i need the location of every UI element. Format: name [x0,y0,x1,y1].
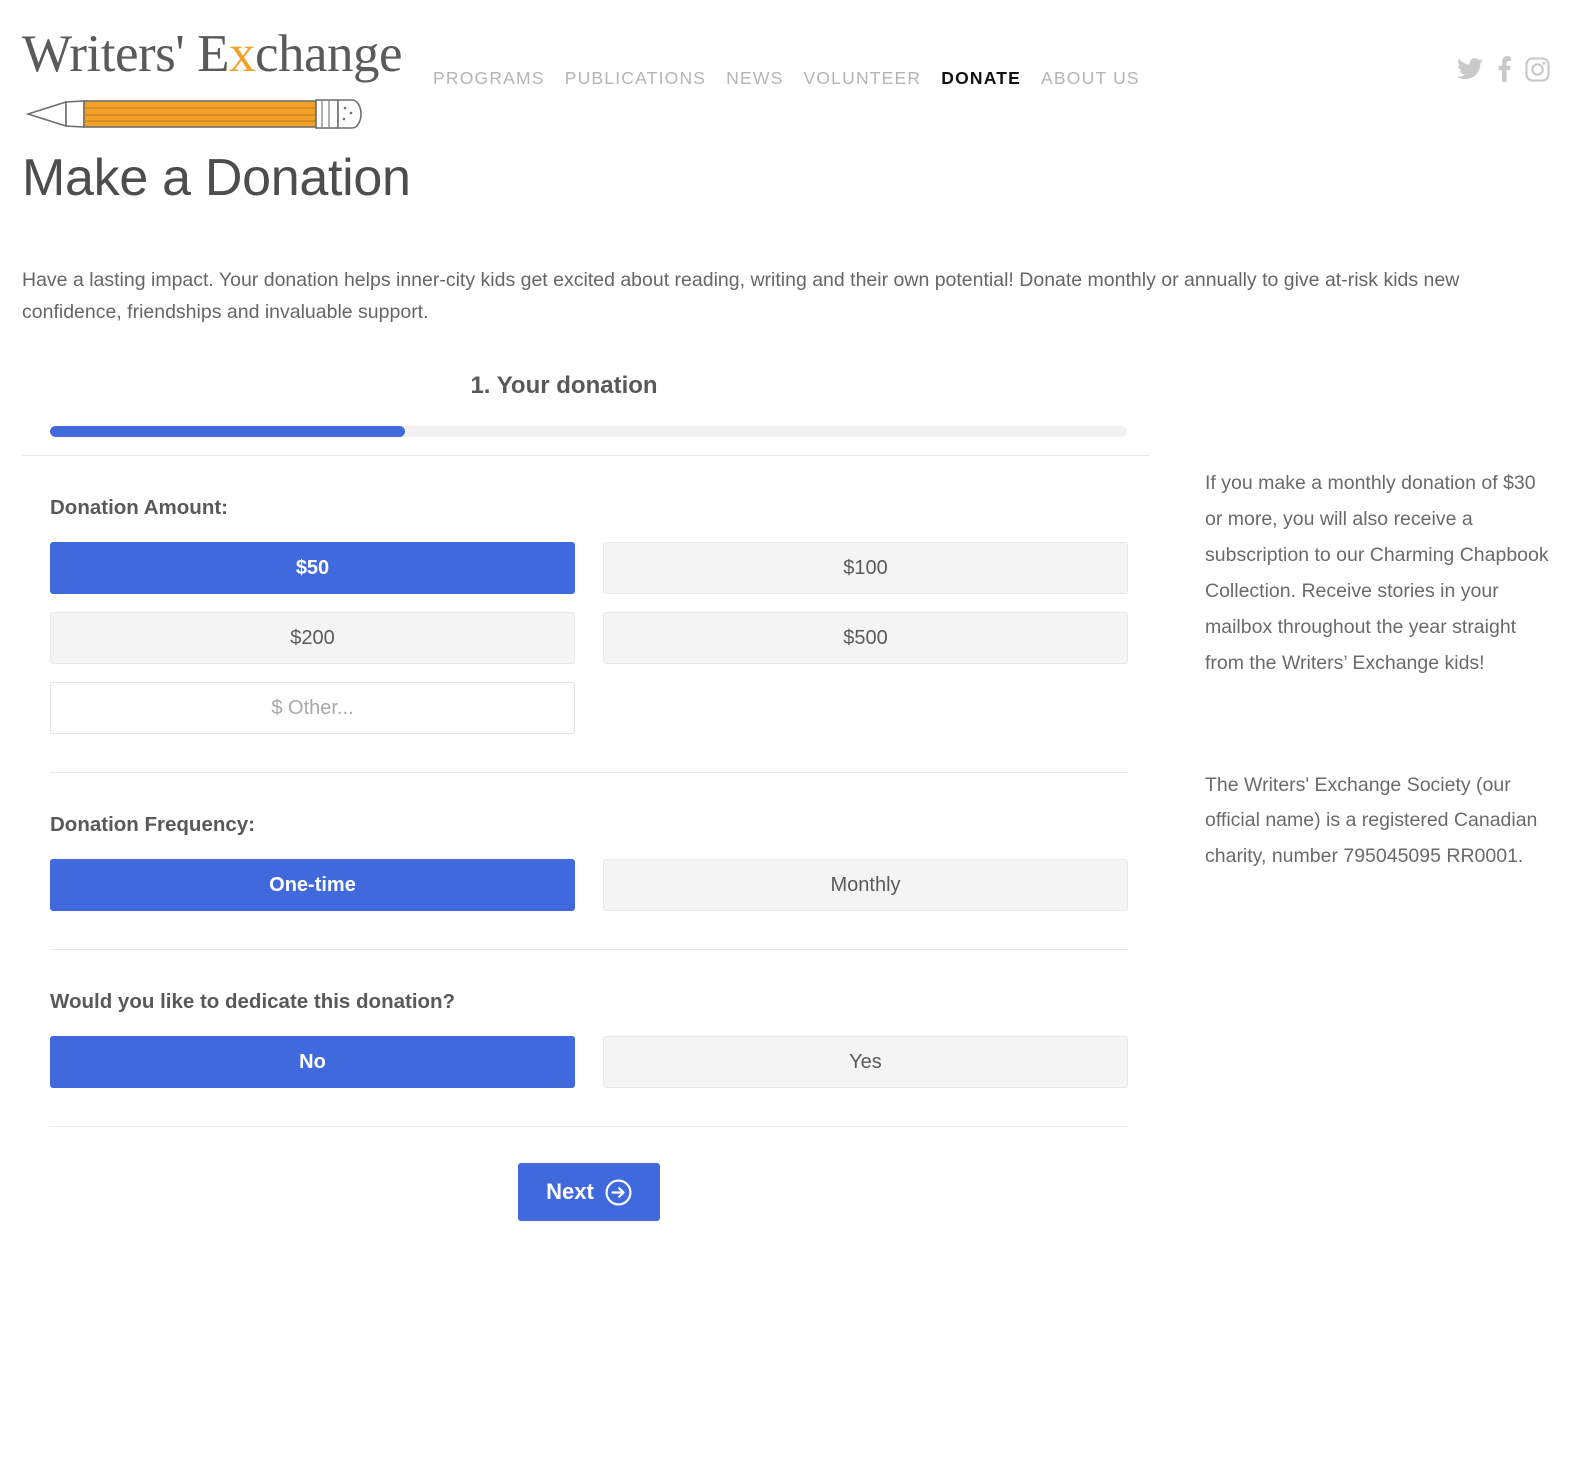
amount-other-input[interactable] [50,682,575,735]
nav-item-programs[interactable]: PROGRAMS [433,68,545,89]
facebook-icon[interactable] [1497,56,1511,82]
twitter-icon[interactable] [1457,58,1483,80]
logo-text-accent: x [228,25,256,83]
site-header: Writers' Exchange PROGRAMS PUBLICATIONS … [0,0,1574,150]
page-title: Make a Donation [22,149,411,207]
sidebar-paragraph-chapbook: If you make a monthly donation of $30 or… [1205,472,1549,674]
donation-form: 1. Your donation Donation Amount: $50 $1… [0,372,1150,1222]
dedicate-option-yes[interactable]: Yes [603,1036,1128,1089]
instagram-icon[interactable] [1525,56,1550,82]
form-actions: Next [0,1127,1178,1222]
dedicate-label: Would you like to dedicate this donation… [50,990,456,1014]
donation-frequency-options: One-time Monthly [50,859,1128,912]
sidebar-paragraph-charity: The Writers' Exchange Society (our offic… [1205,773,1538,868]
divider-after-amount [0,734,1150,774]
social-links [1457,56,1550,82]
donation-frequency-group: Donation Frequency: One-time Monthly [0,773,1150,912]
amount-option-500[interactable]: $500 [603,612,1128,665]
logo-text-before: Writers' E [22,25,229,83]
nav-item-donate[interactable]: DONATE [941,68,1021,89]
donation-amount-options: $50 $100 $200 $500 [50,542,1128,735]
site-logo[interactable]: Writers' Exchange [22,25,403,133]
divider-before-next [0,1088,1150,1128]
divider-after-frequency [0,911,1150,951]
dedicate-option-no[interactable]: No [50,1036,575,1089]
nav-item-news[interactable]: NEWS [726,68,783,89]
nav-item-publications[interactable]: PUBLICATIONS [565,68,706,89]
donation-sidebar: If you make a monthly donation of $30 or… [1205,466,1557,875]
amount-option-200[interactable]: $200 [50,612,575,665]
amount-option-100[interactable]: $100 [603,542,1128,595]
amount-option-50[interactable]: $50 [50,542,575,595]
logo-wordmark: Writers' Exchange [22,25,403,83]
main-navigation: PROGRAMS PUBLICATIONS NEWS VOLUNTEER DON… [433,68,1140,89]
frequency-option-one-time[interactable]: One-time [50,859,575,912]
next-button[interactable]: Next [518,1163,660,1222]
progress-bar-fill [50,426,406,438]
next-button-label: Next [546,1179,594,1205]
frequency-option-monthly[interactable]: Monthly [603,859,1128,912]
nav-item-about-us[interactable]: ABOUT US [1041,68,1140,89]
progress-bar [50,426,1127,438]
pencil-icon [26,99,362,129]
dedicate-group: Would you like to dedicate this donation… [0,950,1150,1089]
donation-frequency-label: Donation Frequency: [50,813,256,837]
dedicate-options: No Yes [50,1036,1128,1089]
page-intro: Have a lasting impact. Your donation hel… [22,269,1460,323]
step-title: 1. Your donation [470,372,658,400]
arrow-right-circle-icon [605,1179,632,1206]
logo-text-after: change [254,25,403,83]
donation-amount-label: Donation Amount: [50,496,229,520]
nav-item-volunteer[interactable]: VOLUNTEER [803,68,921,89]
donation-amount-group: Donation Amount: $50 $100 $200 $500 [0,456,1150,735]
